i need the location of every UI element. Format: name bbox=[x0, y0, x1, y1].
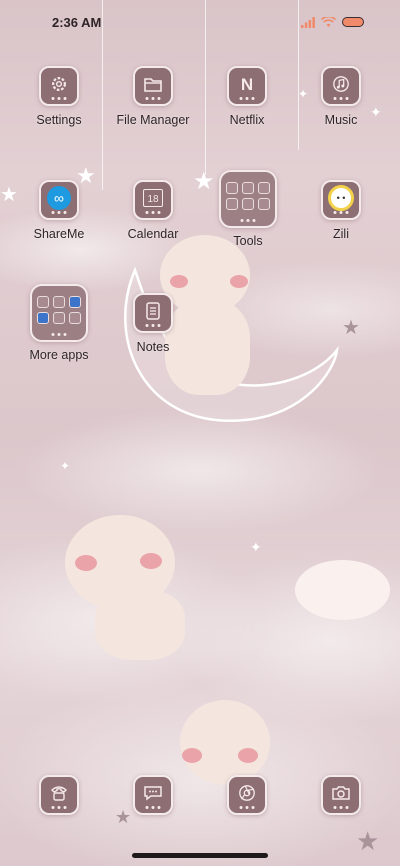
app-music[interactable]: Music bbox=[301, 66, 381, 127]
wifi-icon bbox=[321, 16, 336, 27]
app-label: File Manager bbox=[116, 113, 190, 127]
browser-icon bbox=[227, 775, 267, 815]
bear-cheek bbox=[230, 275, 248, 288]
app-label: Settings bbox=[36, 113, 82, 127]
camera-icon bbox=[321, 775, 361, 815]
netflix-icon: N bbox=[227, 66, 267, 106]
signal-icon bbox=[301, 16, 315, 28]
bear-cheek bbox=[140, 553, 162, 569]
app-settings[interactable]: Settings bbox=[19, 66, 99, 127]
bear-illustration bbox=[95, 590, 185, 660]
calendar-icon: 18 bbox=[133, 180, 173, 220]
bear-cheek bbox=[170, 275, 188, 288]
folder-tools[interactable]: Tools bbox=[208, 170, 288, 248]
home-indicator[interactable] bbox=[132, 853, 268, 858]
message-icon bbox=[133, 775, 173, 815]
bear-illustration bbox=[180, 700, 270, 785]
app-label: Calendar bbox=[127, 227, 179, 241]
music-note-icon bbox=[321, 66, 361, 106]
zili-icon: • • bbox=[321, 180, 361, 220]
app-label: Zili bbox=[333, 227, 349, 241]
wallpaper: ★ ★ ★ ★ ★ ★ ✦ ✦ ✦ ✦ bbox=[0, 0, 400, 866]
app-label: Music bbox=[324, 113, 358, 127]
folder-icon bbox=[133, 66, 173, 106]
gear-icon bbox=[39, 66, 79, 106]
app-label: Netflix bbox=[229, 113, 265, 127]
bear-cheek bbox=[238, 748, 258, 763]
app-label: ShareMe bbox=[33, 227, 85, 241]
infinity-icon: ∞ bbox=[47, 186, 71, 210]
dock-browser[interactable] bbox=[207, 775, 287, 815]
app-shareme[interactable]: ∞ ShareMe bbox=[19, 180, 99, 241]
app-calendar[interactable]: 18 Calendar bbox=[113, 180, 193, 241]
star-icon: ✦ bbox=[60, 459, 71, 473]
app-netflix[interactable]: N Netflix bbox=[207, 66, 287, 127]
phone-icon bbox=[39, 775, 79, 815]
bear-illustration bbox=[295, 560, 390, 620]
app-label: Notes bbox=[136, 340, 170, 354]
folder-more-apps-icon bbox=[30, 284, 88, 342]
notes-icon bbox=[133, 293, 173, 333]
star-icon: ✦ bbox=[250, 539, 262, 555]
bear-cheek bbox=[75, 555, 97, 571]
bear-cheek bbox=[182, 748, 202, 763]
dock-camera[interactable] bbox=[301, 775, 381, 815]
star-icon: ★ bbox=[0, 184, 18, 206]
app-zili[interactable]: • • Zili bbox=[301, 180, 381, 241]
battery-icon bbox=[342, 17, 364, 27]
status-time: 2:36 AM bbox=[52, 14, 102, 30]
app-file-manager[interactable]: File Manager bbox=[113, 66, 193, 127]
shareme-icon: ∞ bbox=[39, 180, 79, 220]
face-icon: • • bbox=[328, 185, 354, 211]
folder-label: Tools bbox=[233, 234, 263, 248]
folder-tools-icon bbox=[219, 170, 277, 228]
star-icon: ★ bbox=[356, 826, 380, 856]
status-icons bbox=[301, 16, 364, 28]
dock-phone[interactable] bbox=[19, 775, 99, 815]
dock-messages[interactable] bbox=[113, 775, 193, 815]
netflix-glyph: N bbox=[240, 74, 254, 94]
folder-more-apps[interactable]: More apps bbox=[19, 284, 99, 362]
status-bar: 2:36 AM bbox=[0, 0, 400, 44]
app-notes[interactable]: Notes bbox=[113, 293, 193, 354]
folder-label: More apps bbox=[29, 348, 89, 362]
calendar-day: 18 bbox=[147, 194, 159, 205]
